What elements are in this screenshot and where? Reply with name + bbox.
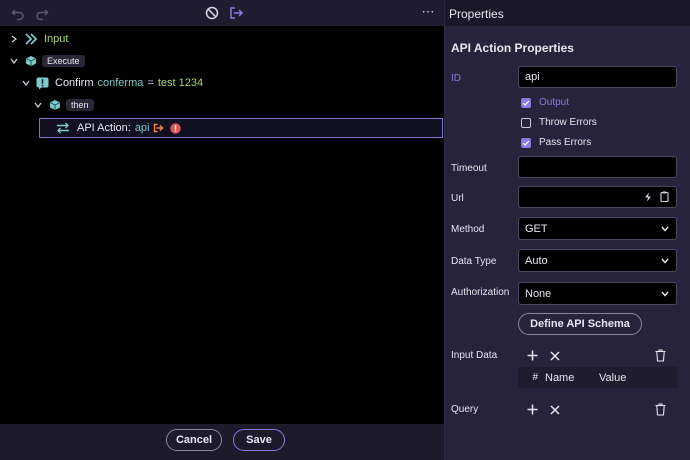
tree-node-execute[interactable]: Execute — [8, 51, 85, 71]
no-entry-icon[interactable] — [204, 5, 220, 21]
query-label: Query — [451, 404, 479, 415]
id-label: ID — [451, 73, 461, 84]
output-checkbox-row[interactable]: Output — [521, 97, 569, 108]
undo-icon[interactable] — [10, 6, 26, 22]
add-icon[interactable] — [527, 350, 538, 361]
output-checkbox[interactable] — [521, 97, 531, 108]
lightning-icon[interactable] — [644, 192, 652, 202]
output-arrow-icon — [153, 123, 164, 133]
chevron-down-icon[interactable] — [20, 77, 32, 89]
trash-icon[interactable] — [655, 349, 666, 362]
cancel-button[interactable]: Cancel — [166, 429, 222, 451]
authorization-select[interactable]: None — [518, 282, 677, 305]
pass-errors-label: Pass Errors — [539, 137, 592, 148]
authorization-label: Authorization — [451, 287, 510, 298]
flow-tree: Input Execute Confirm conferma = test 12… — [0, 26, 444, 424]
url-label: Url — [451, 193, 464, 204]
properties-panel: API Action Properties ID api Output Thro… — [445, 26, 690, 460]
editor-footer: Cancel Save — [0, 424, 444, 460]
chevron-down-icon — [661, 226, 669, 232]
panel-title: API Action Properties — [451, 41, 574, 55]
throw-errors-checkbox[interactable] — [521, 117, 531, 128]
properties-header-title: Properties — [449, 7, 504, 21]
confirm-alert-icon — [36, 77, 49, 90]
authorization-value: None — [525, 287, 552, 300]
tree-node-label: Execute — [42, 55, 85, 67]
tree-node-label: Confirm — [55, 77, 94, 89]
add-icon[interactable] — [527, 404, 538, 415]
api-action-name: api — [134, 122, 150, 134]
id-value: api — [525, 71, 540, 83]
output-label: Output — [539, 97, 570, 108]
column-header-index: # — [532, 372, 538, 383]
timeout-label: Timeout — [451, 163, 487, 174]
timeout-input[interactable] — [518, 156, 677, 178]
tree-node-label: API Action: — [77, 122, 131, 134]
error-icon — [169, 122, 181, 134]
method-select[interactable]: GET — [518, 217, 677, 240]
close-icon[interactable] — [550, 405, 560, 415]
close-icon[interactable] — [550, 351, 560, 361]
chevron-down-icon[interactable] — [8, 55, 20, 67]
pass-errors-checkbox-row[interactable]: Pass Errors — [521, 137, 591, 148]
chevron-down-icon — [661, 291, 669, 297]
chevron-down-icon — [661, 258, 669, 264]
tree-node-label: Input — [44, 33, 69, 45]
cube-icon — [25, 55, 37, 67]
tree-node-api-action[interactable]: API Action: api — [39, 118, 443, 138]
url-input[interactable] — [518, 186, 677, 208]
data-type-label: Data Type — [451, 256, 497, 267]
tree-node-then[interactable]: then — [32, 95, 94, 115]
chevron-down-icon[interactable] — [32, 99, 44, 111]
confirm-equals: = — [147, 77, 154, 89]
column-header-value: Value — [599, 371, 627, 384]
cube-icon — [49, 99, 61, 111]
id-input[interactable]: api — [518, 66, 677, 88]
throw-errors-label: Throw Errors — [539, 117, 597, 128]
clipboard-icon[interactable] — [660, 191, 669, 202]
column-header-name: Name — [545, 371, 575, 384]
editor-toolbar: ⋯ — [0, 0, 444, 26]
trash-icon[interactable] — [655, 403, 666, 416]
double-chevron-icon — [24, 33, 38, 45]
confirm-value: test 1234 — [157, 77, 204, 89]
redo-icon[interactable] — [34, 6, 50, 22]
tree-node-label: then — [66, 99, 94, 111]
tree-node-input[interactable]: Input — [8, 29, 68, 49]
chevron-right-icon[interactable] — [8, 33, 20, 45]
swap-arrows-icon — [56, 122, 70, 134]
export-icon[interactable] — [228, 5, 244, 21]
method-label: Method — [451, 224, 485, 235]
input-data-table-header: # Name Value — [518, 367, 677, 388]
throw-errors-checkbox-row[interactable]: Throw Errors — [521, 117, 597, 128]
tree-node-confirm[interactable]: Confirm conferma = test 1234 — [20, 73, 203, 93]
input-data-label: Input Data — [451, 350, 498, 361]
method-value: GET — [525, 222, 548, 235]
more-options-icon[interactable]: ⋯ — [420, 5, 436, 21]
properties-header: Properties — [445, 0, 690, 26]
data-type-select[interactable]: Auto — [518, 249, 677, 272]
pass-errors-checkbox[interactable] — [521, 137, 531, 148]
save-button[interactable]: Save — [233, 429, 285, 451]
data-type-value: Auto — [525, 254, 548, 267]
define-api-schema-button[interactable]: Define API Schema — [518, 313, 642, 335]
confirm-variable: conferma — [97, 77, 144, 89]
